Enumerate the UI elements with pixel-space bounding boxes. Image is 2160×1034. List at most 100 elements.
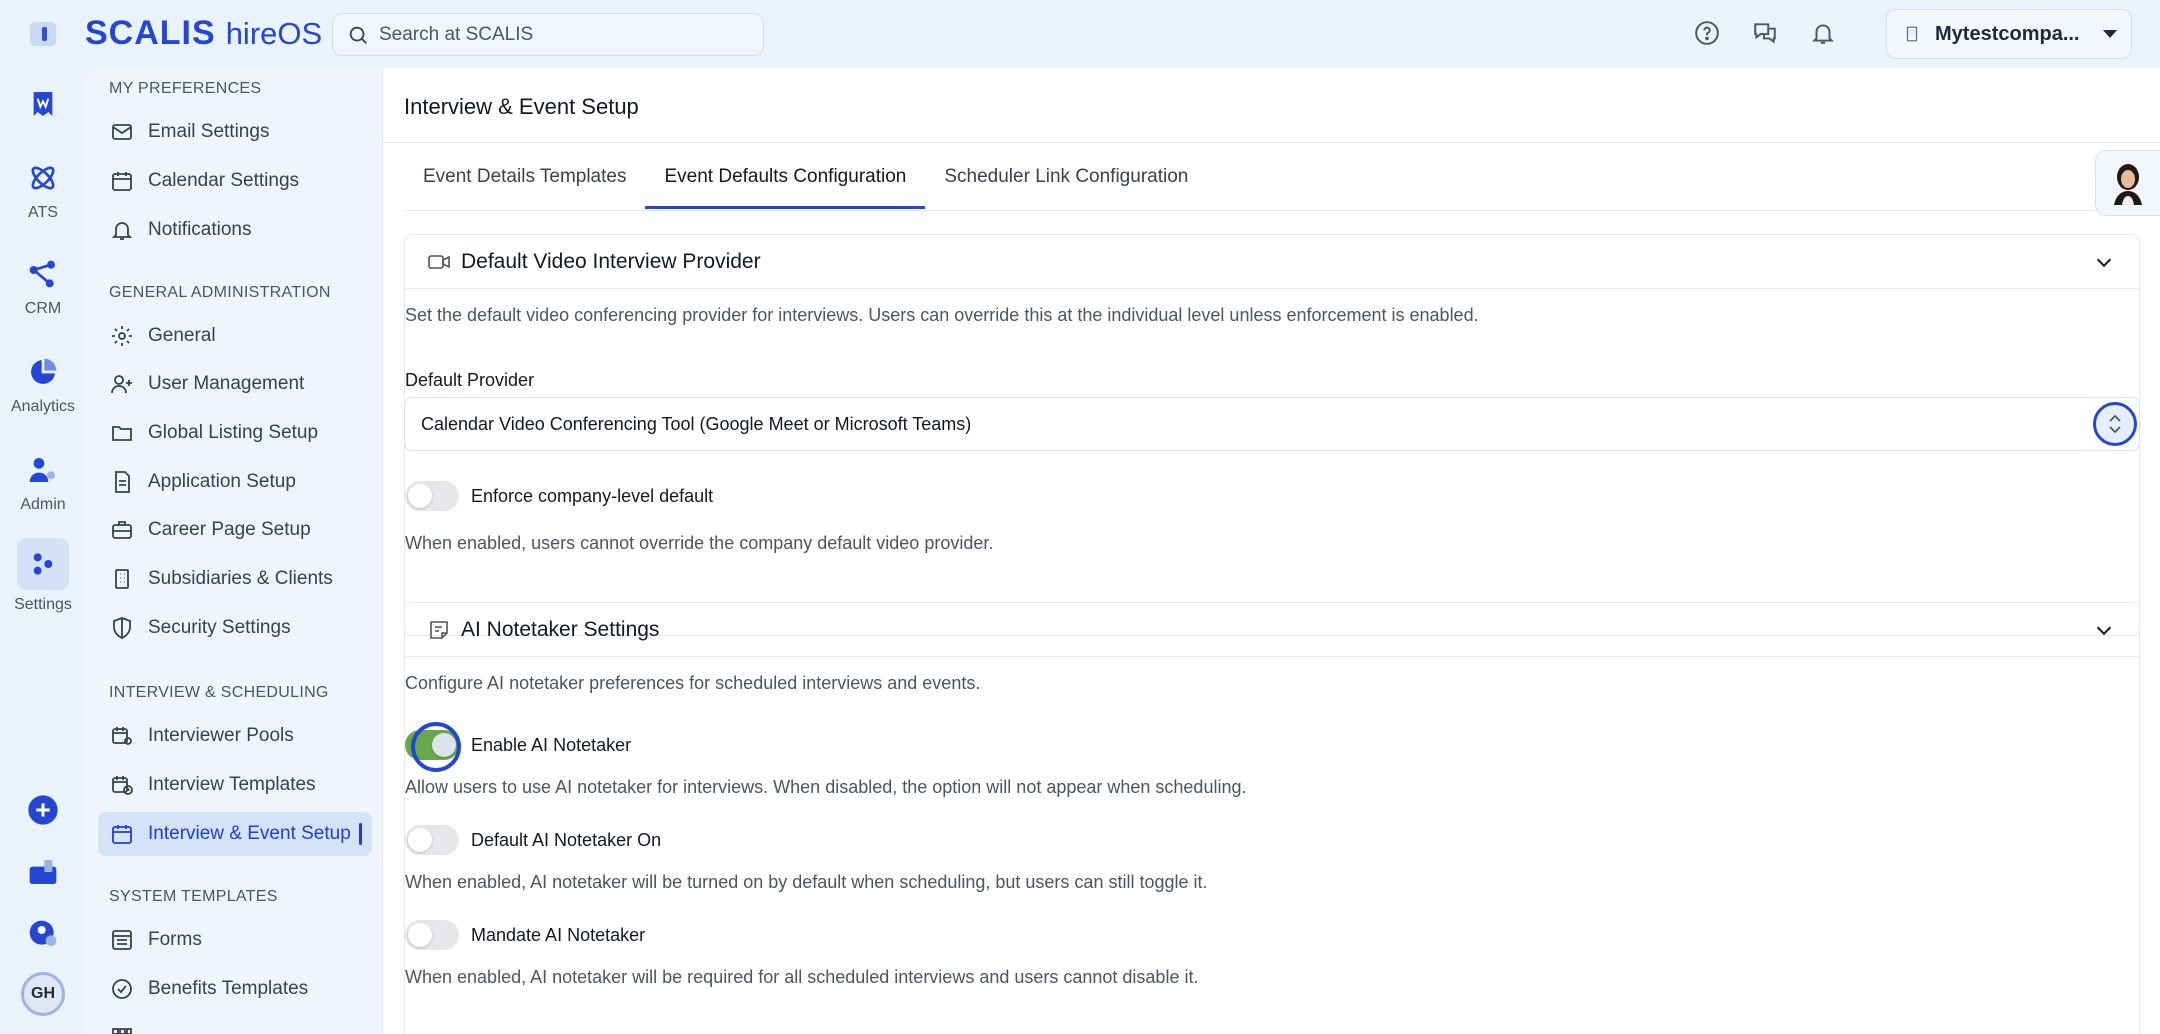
pie-chart-icon [31, 358, 57, 384]
rail-item-crm[interactable]: CRM [0, 254, 86, 318]
nav-section-title: MY PREFERENCES [109, 80, 262, 97]
sidebar-item-interviewer-pools[interactable]: Interviewer Pools [98, 714, 372, 758]
sidebar-item-pipeline-templates[interactable] [98, 1016, 372, 1034]
sidebar-item-general[interactable]: General [98, 314, 372, 358]
calendar-icon [112, 825, 132, 844]
assistant-avatar-button[interactable] [2095, 150, 2160, 216]
brand-logo[interactable]: SCALIS hireOS [85, 14, 322, 54]
ai-notetaker-card: AI Notetaker Settings Configure AI notet… [404, 602, 2140, 1034]
atom-icon [31, 166, 55, 190]
enforce-default-toggle[interactable] [405, 481, 459, 511]
chat-icon[interactable] [1750, 18, 1780, 48]
mail-icon [112, 124, 132, 140]
sidebar-item-interview-event-setup[interactable]: Interview & Event Setup [98, 812, 372, 856]
page-title: Interview & Event Setup [404, 94, 639, 119]
rail-item-home[interactable] [0, 84, 86, 130]
select-value: Calendar Video Conferencing Tool (Google… [421, 413, 972, 434]
tab-scheduler-link-configuration[interactable]: Scheduler Link Configuration [925, 166, 1207, 210]
calendar-user-icon [112, 727, 132, 745]
form-icon [112, 930, 132, 950]
sidebar-item-subsidiaries-clients[interactable]: Subsidiaries & Clients [98, 557, 372, 601]
sidebar-item-calendar-settings[interactable]: Calendar Settings [98, 159, 372, 203]
company-name: Mytestcompa... [1935, 22, 2080, 45]
card-description: Set the default video conferencing provi… [405, 305, 1479, 325]
video-provider-header[interactable]: Default Video Interview Provider [405, 235, 2139, 289]
settings-sidebar: MY PREFERENCES Email Settings Calendar S… [86, 68, 382, 1034]
search-input[interactable] [379, 23, 739, 46]
company-switcher[interactable]: Mytestcompa... [1886, 9, 2132, 59]
rail-label-admin: Admin [20, 496, 66, 513]
video-camera-icon [428, 254, 450, 269]
bookmark-logo-icon [33, 92, 53, 116]
sidebar-item-global-listing-setup[interactable]: Global Listing Setup [98, 411, 372, 455]
main-content: Interview & Event Setup Event Details Te… [382, 68, 2160, 1034]
default-provider-select[interactable]: Calendar Video Conferencing Tool (Google… [404, 397, 2140, 451]
default-ai-notetaker-row: Default AI Notetaker On [405, 825, 661, 855]
building-icon [1906, 26, 1918, 42]
mailbox-icon [29, 860, 57, 884]
toggle-description: When enabled, users cannot override the … [405, 533, 994, 553]
tab-event-details-templates[interactable]: Event Details Templates [404, 166, 645, 210]
search-bar[interactable] [332, 13, 764, 56]
user-search-icon [29, 920, 57, 946]
sidebar-item-email-settings[interactable]: Email Settings [98, 110, 372, 154]
bell-icon [111, 222, 133, 240]
field-label: Default Provider [405, 370, 535, 390]
ai-notetaker-header[interactable]: AI Notetaker Settings [405, 603, 2139, 657]
tab-event-defaults-configuration[interactable]: Event Defaults Configuration [645, 166, 926, 210]
assistant-avatar-icon [2114, 164, 2142, 205]
divider [383, 142, 2160, 143]
video-provider-card: Default Video Interview Provider Set the… [404, 234, 2140, 636]
add-button[interactable] [0, 790, 86, 830]
grid-icon [112, 1028, 132, 1034]
card-description: Configure AI notetaker preferences for s… [405, 673, 981, 693]
rail-label-crm: CRM [24, 300, 62, 317]
sidebar-item-forms[interactable]: Forms [98, 918, 372, 962]
sidebar-item-interview-templates[interactable]: Interview Templates [98, 763, 372, 807]
sticky-note-icon [430, 620, 448, 639]
sidebar-item-user-management[interactable]: User Management [98, 362, 372, 406]
admin-user-icon [29, 458, 55, 482]
rail-item-settings[interactable]: Settings [0, 538, 86, 614]
settings-dots-icon [33, 553, 53, 575]
enforce-default-row: Enforce company-level default [405, 481, 713, 511]
rail-item-ats[interactable]: ATS [0, 158, 86, 222]
nav-section-title: GENERAL ADMINISTRATION [109, 284, 331, 301]
calendar-icon [112, 172, 132, 191]
brand-product: hireOS [225, 16, 323, 51]
enable-ai-notetaker-row: Enable AI Notetaker [405, 722, 632, 772]
building-icon [115, 569, 129, 589]
sidebar-item-benefits-templates[interactable]: Benefits Templates [98, 967, 372, 1011]
help-icon[interactable] [1692, 18, 1722, 48]
shield-icon [113, 617, 131, 639]
rail-label-analytics: Analytics [10, 398, 76, 415]
rail-item-admin[interactable]: Admin [0, 450, 86, 514]
user-avatar[interactable]: GH [21, 972, 65, 1016]
user-plus-icon [111, 375, 132, 394]
check-badge-icon [112, 979, 132, 999]
rail-item-analytics[interactable]: Analytics [0, 352, 86, 416]
sidebar-item-application-setup[interactable]: Application Setup [98, 460, 372, 504]
sidebar-toggle-icon[interactable] [30, 22, 56, 46]
chevron-down-icon [2103, 30, 2117, 38]
app-rail: ATS CRM Analytics Admin Settings [0, 68, 86, 1034]
briefcase-icon [112, 521, 132, 539]
mandate-ai-notetaker-toggle[interactable] [405, 920, 459, 950]
toggle-label: Enable AI Notetaker [471, 734, 632, 755]
toggle-label: Mandate AI Notetaker [471, 924, 646, 945]
toggle-label: Enforce company-level default [471, 485, 714, 506]
default-ai-notetaker-toggle[interactable] [405, 825, 459, 855]
folder-icon [112, 426, 132, 441]
chevron-down-icon[interactable] [2093, 251, 2115, 273]
user-search-button[interactable] [0, 914, 86, 954]
sidebar-item-security-settings[interactable]: Security Settings [98, 606, 372, 650]
inbox-button[interactable] [0, 852, 86, 892]
select-arrows-icon[interactable] [2093, 402, 2137, 446]
rail-label-settings: Settings [14, 596, 72, 613]
sidebar-item-career-page-setup[interactable]: Career Page Setup [98, 508, 372, 552]
bell-icon[interactable] [1808, 18, 1838, 48]
card-title: Default Video Interview Provider [461, 249, 761, 273]
top-bar: SCALIS hireOS Mytestcompa... [0, 0, 2160, 68]
chevron-down-icon[interactable] [2093, 619, 2115, 641]
sidebar-item-notifications[interactable]: Notifications [98, 208, 372, 252]
